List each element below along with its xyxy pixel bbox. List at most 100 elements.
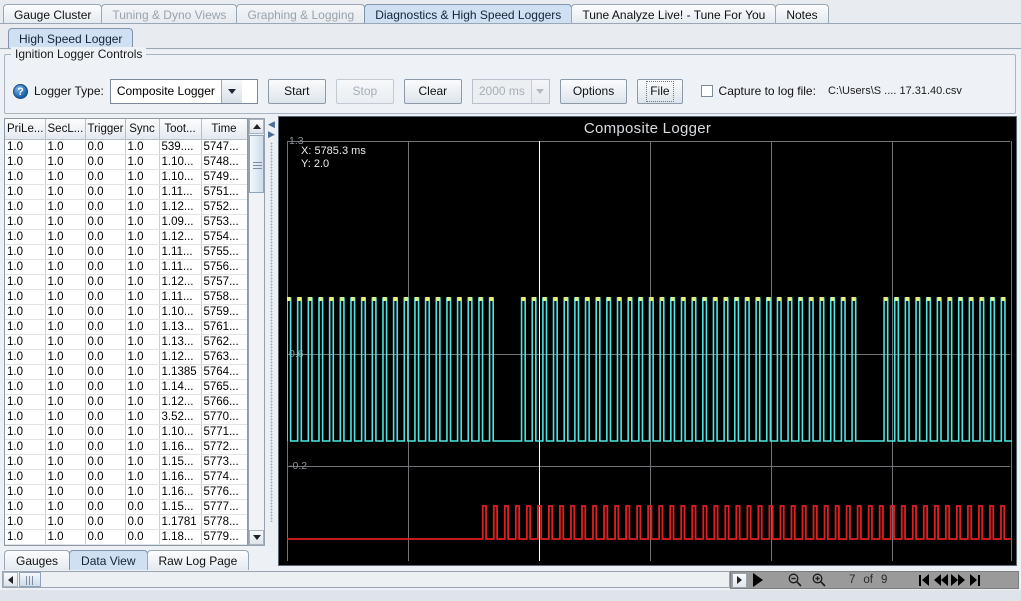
table-cell: 1.0 xyxy=(5,349,46,365)
table-row[interactable]: 1.0 1.0 0.0 1.0 1.11... 5756... xyxy=(5,259,247,275)
capture-checkbox[interactable] xyxy=(700,85,713,97)
table-cell: 1.1781 xyxy=(159,514,202,530)
previous-page-icon[interactable] xyxy=(932,572,949,588)
table-cell: 1.0 xyxy=(125,364,160,380)
table-cell: 1.0 xyxy=(5,469,46,485)
table-row[interactable]: 1.0 1.0 0.0 0.0 1.15... 5777... xyxy=(5,499,247,515)
bottom-tab-raw-log-page[interactable]: Raw Log Page xyxy=(146,550,250,570)
capture-file-path: C:\Users\S .... 17.31.40.csv xyxy=(827,85,962,97)
collapse-right-icon[interactable]: ▶ xyxy=(268,130,275,139)
table-cell: 0.0 xyxy=(85,469,126,485)
horizontal-scrollbar[interactable] xyxy=(2,571,730,588)
table-cell: 1.0 xyxy=(45,469,86,485)
sub-tab-bar: High Speed Logger xyxy=(0,24,1021,50)
logger-type-select[interactable]: Composite Logger xyxy=(109,78,258,104)
magnifier-minus-icon[interactable] xyxy=(783,572,807,588)
table-cell: 1.09... xyxy=(159,214,202,230)
file-button[interactable]: File xyxy=(637,78,683,104)
options-button[interactable]: Options xyxy=(559,78,628,104)
table-cell: 1.0 xyxy=(5,139,46,155)
table-cell: 0.0 xyxy=(85,289,126,305)
table-row[interactable]: 1.0 1.0 0.0 1.0 1.12... 5763... xyxy=(5,349,247,365)
first-page-icon[interactable] xyxy=(915,572,932,588)
clear-button[interactable]: Clear xyxy=(403,78,462,104)
main-tab-3[interactable]: Diagnostics & High Speed Loggers xyxy=(364,4,573,24)
scrollbar-thumb[interactable] xyxy=(249,135,264,193)
last-page-icon[interactable] xyxy=(966,572,983,588)
table-row[interactable]: 1.0 1.0 0.0 1.0 1.16... 5774... xyxy=(5,469,247,485)
table-row[interactable]: 1.0 1.0 0.0 1.0 1.13... 5762... xyxy=(5,334,247,350)
table-row[interactable]: 1.0 1.0 0.0 1.0 1.09... 5753... xyxy=(5,214,247,230)
table-cell: 1.0 xyxy=(5,409,46,425)
table-cell: 0.0 xyxy=(85,349,126,365)
scroll-up-icon[interactable] xyxy=(249,119,264,134)
table-vertical-scrollbar[interactable] xyxy=(248,118,265,546)
composite-logger-chart[interactable]: Composite Logger X: 5785.3 ms Y: 2.0 1.3 0… xyxy=(278,116,1017,566)
table-column-header-5[interactable]: Time xyxy=(201,119,247,140)
split-pane-divider[interactable]: ◀ ▶ xyxy=(266,118,277,546)
table-cell: 0.0 xyxy=(85,319,126,335)
table-row[interactable]: 1.0 1.0 0.0 0.0 1.1781 5778... xyxy=(5,514,247,530)
table-row[interactable]: 1.0 1.0 0.0 1.0 1.10... 5759... xyxy=(5,304,247,320)
table-cell: 5765... xyxy=(201,379,247,395)
table-cell: 5761... xyxy=(201,319,247,335)
scroll-down-icon[interactable] xyxy=(249,530,264,545)
table-cell: 0.0 xyxy=(85,379,126,395)
table-column-header-4[interactable]: Toot... xyxy=(159,119,202,140)
table-row[interactable]: 1.0 1.0 0.0 1.0 1.10... 5771... xyxy=(5,424,247,440)
sub-tab-high-speed-logger[interactable]: High Speed Logger xyxy=(8,28,134,49)
scroll-right-icon[interactable] xyxy=(732,572,747,588)
logger-type-value: Composite Logger xyxy=(116,83,215,98)
table-row[interactable]: 1.0 1.0 0.0 1.0 1.12... 5757... xyxy=(5,274,247,290)
table-row[interactable]: 1.0 1.0 0.0 1.0 3.52... 5770... xyxy=(5,409,247,425)
capture-label: Capture to log file: xyxy=(718,84,816,98)
table-row[interactable]: 1.0 1.0 0.0 1.0 1.16... 5772... xyxy=(5,439,247,455)
table-row[interactable]: 1.0 1.0 0.0 1.0 1.11... 5755... xyxy=(5,244,247,260)
question-mark-icon[interactable]: ? xyxy=(13,83,28,99)
table-column-header-1[interactable]: SecL... xyxy=(45,119,86,140)
table-row[interactable]: 1.0 1.0 0.0 1.0 1.10... 5749... xyxy=(5,169,247,185)
start-button[interactable]: Start xyxy=(267,78,326,104)
data-table-pane[interactable]: PriLe... SecL... Trigger Sync Toot... Time 1.… xyxy=(4,118,248,546)
table-row[interactable]: 1.0 1.0 0.0 1.0 1.12... 5752... xyxy=(5,199,247,215)
play-icon[interactable] xyxy=(747,572,769,588)
collapse-left-icon[interactable]: ◀ xyxy=(268,120,275,129)
bottom-tab-gauges[interactable]: Gauges xyxy=(4,550,71,570)
table-cell: 5751... xyxy=(201,184,247,200)
scroll-left-icon[interactable] xyxy=(3,572,18,587)
main-tab-5[interactable]: Notes xyxy=(775,4,829,24)
table-cell: 1.0 xyxy=(125,409,160,425)
table-row[interactable]: 1.0 1.0 0.0 1.0 1.12... 5754... xyxy=(5,229,247,245)
table-column-header-3[interactable]: Sync xyxy=(125,119,160,140)
table-row[interactable]: 1.0 1.0 0.0 1.0 1.15... 5773... xyxy=(5,454,247,470)
table-cell: 1.0 xyxy=(5,199,46,215)
chart-plot-area[interactable]: X: 5785.3 ms Y: 2.0 1.3 0.6 -0.2 xyxy=(287,136,1012,561)
table-row[interactable]: 1.0 1.0 0.0 0.0 1.18... 5779... xyxy=(5,529,247,545)
table-row[interactable]: 1.01.00.00.01.17...5780... xyxy=(5,544,247,545)
hscrollbar-thumb[interactable] xyxy=(19,572,41,587)
table-row[interactable]: 1.0 1.0 0.0 1.0 1.10... 5748... xyxy=(5,154,247,170)
table-cell: 1.12... xyxy=(159,394,202,410)
main-tab-4[interactable]: Tune Analyze Live! - Tune For You xyxy=(571,4,777,24)
capture-to-log-file-checkbox-wrap[interactable]: Capture to log file: C:\Users\S .... 17.… xyxy=(700,84,962,98)
chevron-down-icon[interactable] xyxy=(220,79,242,103)
clear-label: Clear xyxy=(418,83,448,98)
table-cell: 0.0 xyxy=(85,154,126,170)
table-row[interactable]: 1.0 1.0 0.0 1.0 1.14... 5765... xyxy=(5,379,247,395)
table-row[interactable]: 1.0 1.0 0.0 1.0 1.1385 5764... xyxy=(5,364,247,380)
table-column-header-0[interactable]: PriLe... xyxy=(5,119,46,140)
table-cell: 539.... xyxy=(159,139,202,155)
main-tab-0[interactable]: Gauge Cluster xyxy=(3,4,103,24)
table-row[interactable]: 1.0 1.0 0.0 1.0 1.11... 5751... xyxy=(5,184,247,200)
table-column-header-2[interactable]: Trigger xyxy=(85,119,126,140)
table-cell: 1.0 xyxy=(45,454,86,470)
table-row[interactable]: 1.0 1.0 0.0 1.0 539.... 5747... xyxy=(5,139,247,155)
table-row[interactable]: 1.0 1.0 0.0 1.0 1.16... 5776... xyxy=(5,484,247,500)
table-row[interactable]: 1.0 1.0 0.0 1.0 1.12... 5766... xyxy=(5,394,247,410)
table-row[interactable]: 1.0 1.0 0.0 1.0 1.13... 5761... xyxy=(5,319,247,335)
table-row[interactable]: 1.0 1.0 0.0 1.0 1.11... 5758... xyxy=(5,289,247,305)
magnifier-plus-icon[interactable] xyxy=(807,572,831,588)
next-page-icon[interactable] xyxy=(949,572,966,588)
bottom-tab-data-view[interactable]: Data View xyxy=(69,550,148,570)
table-cell: 5747... xyxy=(201,139,247,155)
